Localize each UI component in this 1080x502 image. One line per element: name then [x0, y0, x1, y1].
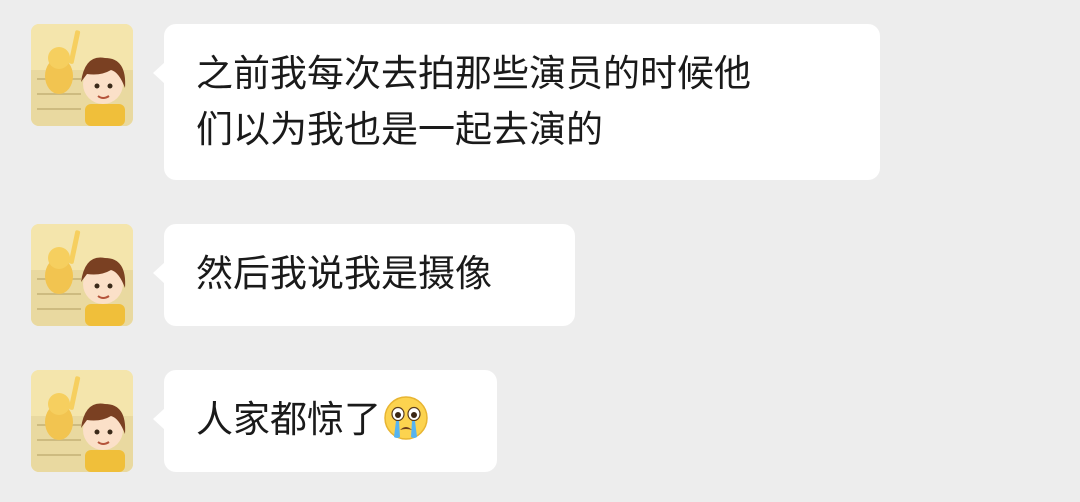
message-text: 之前我每次去拍那些演员的时候他 们以为我也是一起去演的: [196, 52, 751, 151]
avatar[interactable]: [31, 24, 133, 126]
avatar[interactable]: [31, 370, 133, 472]
avatar-image: [31, 224, 133, 326]
chat-thread: 之前我每次去拍那些演员的时候他 们以为我也是一起去演的 然后我说我是摄像 人家都…: [0, 0, 1080, 502]
avatar[interactable]: [31, 224, 133, 326]
message-text: 然后我说我是摄像: [196, 252, 492, 295]
avatar-image: [31, 24, 133, 126]
avatar-image: [31, 370, 133, 472]
message-bubble[interactable]: 人家都惊了: [153, 370, 497, 472]
message-text: 人家都惊了: [196, 398, 381, 441]
message-bubble[interactable]: 然后我说我是摄像: [153, 224, 575, 326]
message-bubble[interactable]: 之前我每次去拍那些演员的时候他 们以为我也是一起去演的: [153, 24, 880, 180]
loudly-crying-face-icon: [383, 395, 429, 457]
